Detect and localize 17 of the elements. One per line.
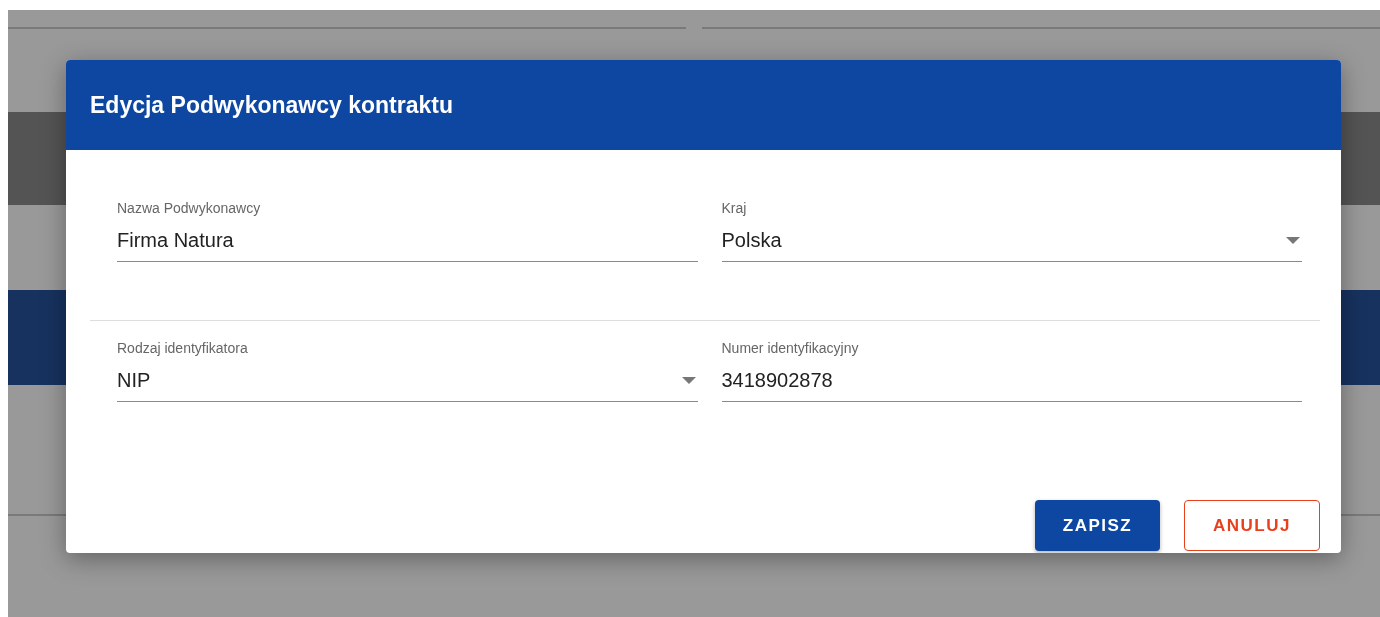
save-button[interactable]: ZAPISZ xyxy=(1035,500,1160,551)
field-value: Firma Natura xyxy=(117,228,234,253)
field-value: NIP xyxy=(117,368,151,393)
dropdown-field[interactable]: Kraj Polska xyxy=(721,198,1302,262)
input-field[interactable]: Numer identyfikacyjny 3418902878 xyxy=(721,338,1302,402)
dialog-title: Edycja Podwykonawcy kontraktu xyxy=(90,90,453,120)
field-label: Rodzaj identyfikatora xyxy=(117,339,249,358)
caret-icon xyxy=(1286,236,1300,244)
caret-icon xyxy=(681,376,696,384)
dropdown-field[interactable]: Rodzaj identyfikatora NIP xyxy=(117,338,698,402)
field-value: 3418902878 xyxy=(721,368,833,393)
cancel-button[interactable]: ANULUJ xyxy=(1184,500,1320,551)
field-label: Numer identyfikacyjny xyxy=(721,339,860,358)
field-label: Nazwa Podwykonawcy xyxy=(117,199,262,218)
input-field[interactable]: Nazwa Podwykonawcy Firma Natura xyxy=(117,198,698,262)
field-value: Polska xyxy=(721,228,782,253)
field-label: Kraj xyxy=(721,199,748,218)
